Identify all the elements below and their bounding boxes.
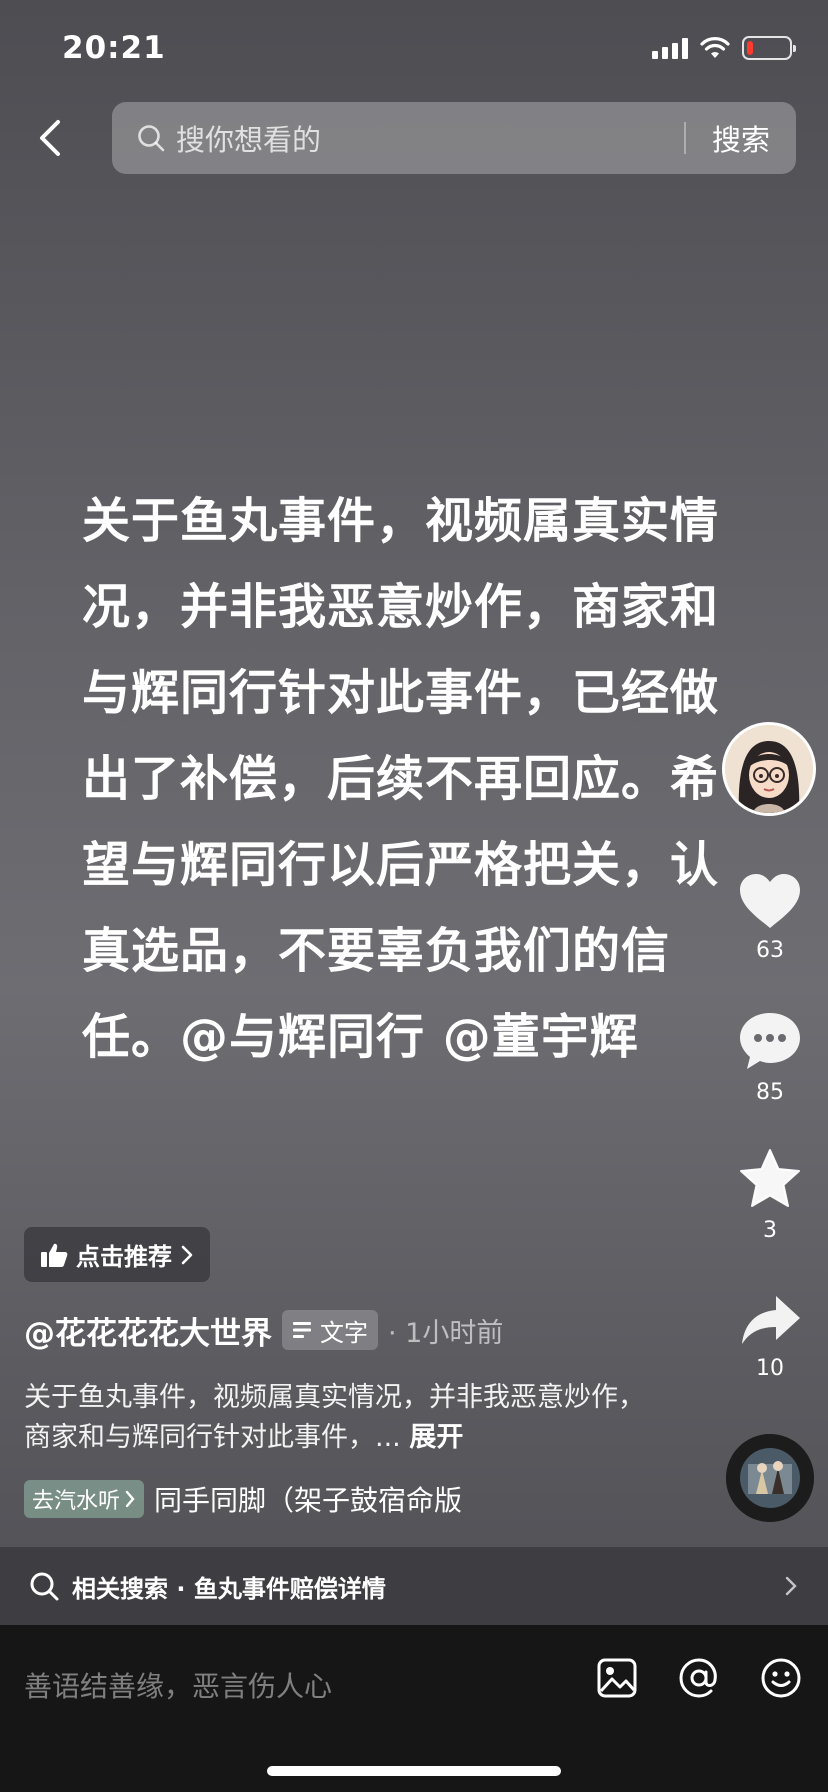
recommend-label: 点击推荐: [76, 1243, 172, 1271]
chevron-right-icon: [181, 1245, 193, 1264]
post-description: 关于鱼丸事件，视频属真实情况，并非我恶意炒作，商家和与辉同行针对此事件，... …: [24, 1378, 664, 1458]
chevron-right-icon: [785, 1576, 797, 1596]
music-title: 同手同脚（架子鼓宿命版: [154, 1484, 463, 1517]
author-avatar[interactable]: [722, 722, 816, 816]
expand-button[interactable]: 展开: [409, 1422, 463, 1453]
thumbs-up-icon: [41, 1243, 68, 1267]
music-row[interactable]: 去汽水听 同手同脚（架子鼓宿命版: [24, 1479, 462, 1519]
chevron-right-icon: [125, 1490, 135, 1508]
author-row: @花花花花大世界 文字 · 1小时前: [24, 1308, 503, 1352]
mention-icon[interactable]: [678, 1657, 720, 1699]
favorite-action[interactable]: 3: [722, 1148, 818, 1243]
comment-count: 85: [756, 1080, 784, 1105]
recommend-button[interactable]: 点击推荐: [24, 1227, 210, 1282]
cellular-signal-icon: [652, 37, 688, 59]
search-icon: [30, 1572, 59, 1601]
like-action[interactable]: 63: [722, 872, 818, 963]
post-type-badge: 文字: [282, 1310, 378, 1350]
search-button[interactable]: 搜索: [686, 117, 796, 159]
top-nav: 搜你想看的 搜索: [0, 102, 828, 174]
status-icons: [652, 36, 796, 60]
text-lines-icon: [293, 1322, 311, 1338]
music-app-label: 去汽水听: [32, 1489, 121, 1514]
star-icon: [740, 1149, 800, 1207]
comment-action[interactable]: 85: [722, 1010, 818, 1105]
battery-level: [747, 41, 753, 55]
album-cover-icon: [726, 1434, 814, 1522]
author-name[interactable]: @花花花花大世界: [24, 1308, 272, 1353]
emoji-icon[interactable]: [760, 1657, 802, 1699]
related-search-bar[interactable]: 相关搜索 · 鱼丸事件赔偿详情: [0, 1547, 828, 1625]
post-main-text: 关于鱼丸事件，视频属真实情况，并非我恶意炒作，商家和与辉同行针对此事件，已经做出…: [82, 493, 720, 1065]
status-bar: 20:21: [0, 0, 828, 96]
avatar-illustration: [725, 725, 813, 813]
music-disc[interactable]: [726, 1434, 814, 1522]
home-indicator: [267, 1766, 561, 1776]
heart-icon: [740, 874, 800, 928]
related-search-label: 相关搜索 · 鱼丸事件赔偿详情: [72, 1574, 386, 1603]
post-time: · 1小时前: [388, 1317, 504, 1349]
post-type-label: 文字: [320, 1318, 368, 1347]
comment-input[interactable]: 善语结善缘，恶言伤人心: [24, 1665, 332, 1705]
share-count: 10: [756, 1356, 784, 1381]
comment-bar: 善语结善缘，恶言伤人心: [0, 1625, 828, 1792]
wifi-icon: [700, 37, 730, 58]
share-action[interactable]: 10: [722, 1292, 818, 1381]
share-icon: [742, 1296, 800, 1344]
battery-icon: [742, 36, 796, 60]
search-icon: [138, 125, 165, 152]
image-icon[interactable]: [596, 1657, 638, 1699]
status-time: 20:21: [62, 30, 166, 66]
comment-icon: [740, 1013, 800, 1069]
back-icon[interactable]: [28, 114, 76, 162]
description-text: 关于鱼丸事件，视频属真实情况，并非我恶意炒作，商家和与辉同行针对此事件，...: [24, 1382, 645, 1453]
comment-tools: [596, 1657, 802, 1699]
search-bar[interactable]: 搜你想看的 搜索: [112, 102, 796, 174]
like-count: 63: [756, 938, 784, 963]
music-app-chip[interactable]: 去汽水听: [24, 1480, 145, 1518]
search-input[interactable]: 搜你想看的: [176, 117, 684, 159]
favorite-count: 3: [763, 1218, 777, 1243]
